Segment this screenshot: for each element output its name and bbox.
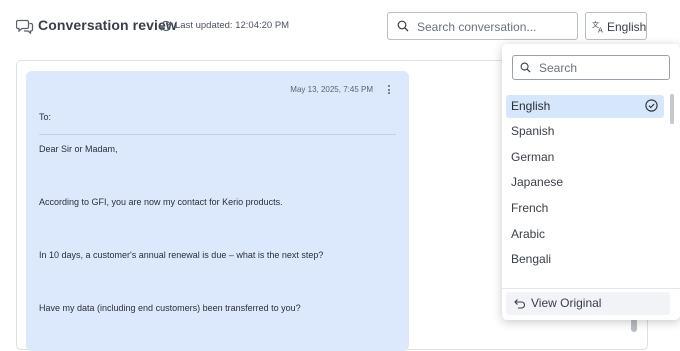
language-option-japanese[interactable]: Japanese (506, 171, 664, 194)
language-option-german[interactable]: German (506, 146, 664, 169)
conversation-search-input[interactable]: Search conversation... (387, 12, 578, 40)
language-dropdown: Search English Spanish German Japanese F… (502, 44, 680, 320)
language-option-arabic[interactable]: Arabic (506, 223, 664, 246)
chat-bubbles-icon (16, 19, 34, 34)
view-original-button[interactable]: View Original (506, 292, 670, 315)
language-option-label: Arabic (511, 227, 546, 241)
language-option-label: French (511, 201, 549, 215)
refresh-icon[interactable] (160, 20, 172, 32)
search-icon (397, 20, 409, 32)
more-options-icon[interactable] (387, 85, 391, 95)
message-line: Dear Sir or Madam, (39, 144, 118, 154)
dropdown-scrollbar[interactable] (670, 94, 674, 124)
language-option-label: Spanish (511, 124, 555, 138)
language-option-french[interactable]: French (506, 197, 664, 220)
language-option-spanish[interactable]: Spanish (506, 120, 664, 143)
translate-icon: 文 A (592, 20, 603, 34)
language-button[interactable]: 文 A English (585, 12, 647, 40)
undo-icon (514, 299, 525, 309)
language-search-placeholder: Search (539, 61, 578, 75)
message-line: According to GFI, you are now my contact… (39, 197, 283, 207)
view-original-label: View Original (531, 296, 602, 310)
svg-text:A: A (598, 27, 603, 34)
language-option-label: Bengali (511, 252, 552, 266)
language-option-bengali[interactable]: Bengali (506, 248, 664, 271)
dropdown-divider (502, 288, 680, 289)
language-search-input[interactable]: Search (512, 55, 670, 80)
language-option-label: Japanese (511, 175, 564, 189)
language-option-label: English (511, 99, 551, 113)
search-placeholder: Search conversation... (417, 20, 537, 34)
language-option-english[interactable]: English (506, 95, 664, 118)
message-to-label: To: (39, 112, 52, 122)
panel-scrollbar[interactable] (631, 318, 637, 332)
search-icon (520, 62, 531, 73)
language-option-label: German (511, 150, 555, 164)
page-title: Conversation review (38, 17, 177, 33)
message-date: May 13, 2025, 7:45 PM (290, 85, 373, 94)
message-card: May 13, 2025, 7:45 PM To: Dear Sir or Ma… (26, 71, 409, 351)
last-updated-text: Last updated: 12:04:20 PM (175, 20, 290, 31)
message-divider (39, 134, 396, 135)
language-button-label: English (607, 20, 647, 34)
message-line: In 10 days, a customer's annual renewal … (39, 250, 324, 260)
check-circle-icon (645, 99, 658, 112)
message-line: Have my data (including end customers) b… (39, 303, 301, 313)
